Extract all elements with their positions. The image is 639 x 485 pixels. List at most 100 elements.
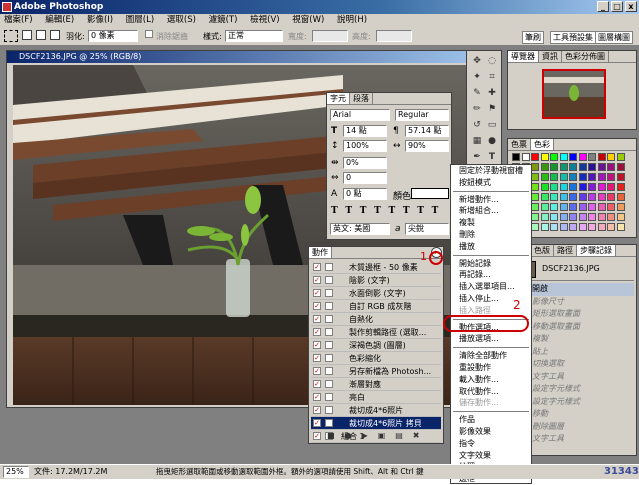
menu-help[interactable]: 說明(H) — [333, 14, 371, 27]
menu-select[interactable]: 選取(S) — [163, 14, 200, 27]
menu-item[interactable]: 重設動作 — [451, 362, 531, 374]
color-swatch[interactable] — [559, 153, 568, 161]
color-swatch[interactable] — [607, 163, 615, 171]
color-swatch[interactable] — [550, 153, 558, 161]
menu-item[interactable]: 插入選單項目... — [451, 281, 531, 293]
color-swatch[interactable] — [531, 193, 539, 201]
leading-input[interactable]: 57.14 點 — [405, 125, 449, 137]
action-check[interactable]: ✓ — [313, 302, 321, 310]
color-swatch[interactable] — [569, 223, 577, 231]
actions-toolbar[interactable]: ■●▶▣▤✖ — [311, 431, 441, 443]
action-check[interactable]: ✓ — [313, 367, 321, 375]
font-family-select[interactable]: Arial — [330, 109, 390, 121]
color-swatch[interactable] — [607, 223, 615, 231]
tracking-input[interactable]: 0 — [343, 172, 387, 184]
color-swatch[interactable] — [569, 173, 577, 181]
color-swatch[interactable] — [607, 173, 615, 181]
action-dialog-toggle[interactable] — [325, 289, 333, 297]
menu-image[interactable]: 影像(I) — [83, 14, 117, 27]
action-check[interactable]: ✓ — [313, 393, 321, 401]
menu-item[interactable]: 複製 — [451, 217, 531, 229]
history-brush-icon[interactable]: ↺ — [470, 119, 484, 132]
action-dialog-toggle[interactable] — [325, 354, 333, 362]
close-button[interactable]: x — [625, 1, 637, 12]
menu-item[interactable]: 取代動作... — [451, 386, 531, 398]
color-swatch[interactable] — [597, 173, 606, 181]
action-dialog-toggle[interactable] — [325, 380, 333, 388]
tab-color[interactable]: 色彩 — [531, 139, 554, 150]
well-tab-tool-presets[interactable]: 工具預設集 — [550, 31, 596, 44]
menu-file[interactable]: 檔案(F) — [0, 14, 37, 27]
color-swatch[interactable] — [588, 173, 596, 181]
action-check[interactable]: ✓ — [313, 354, 321, 362]
action-dialog-toggle[interactable] — [325, 276, 333, 284]
color-swatch[interactable] — [607, 213, 615, 221]
vertical-scale-input[interactable]: 100% — [343, 140, 387, 152]
color-swatch[interactable] — [578, 183, 587, 191]
color-swatch[interactable] — [569, 203, 577, 211]
menu-item[interactable]: 按鈕模式 — [451, 177, 531, 189]
text-color-swatch[interactable] — [411, 188, 449, 199]
color-swatch[interactable] — [550, 203, 558, 211]
tab-actions[interactable]: 動作 — [309, 247, 332, 258]
menu-item[interactable]: 指令 — [451, 438, 531, 450]
color-swatch[interactable] — [588, 163, 596, 171]
action-check[interactable]: ✓ — [313, 406, 321, 414]
tab-character[interactable]: 字元 — [327, 93, 350, 104]
color-swatch[interactable] — [578, 173, 587, 181]
style-select[interactable]: 正常 — [225, 30, 283, 42]
color-swatch[interactable] — [616, 183, 625, 191]
menu-item[interactable]: 新增組合... — [451, 205, 531, 217]
tab-history[interactable]: 步驟記錄 — [577, 245, 616, 256]
menu-item[interactable]: 影像效果 — [451, 426, 531, 438]
color-swatch[interactable] — [540, 213, 549, 221]
well-tab-brushes[interactable]: 筆刷 — [522, 31, 544, 44]
action-row[interactable]: ✓ 裁切成4*6照片 — [311, 404, 441, 417]
tab-swatches[interactable]: 色票 — [508, 139, 531, 150]
horizontal-scale-input[interactable]: 90% — [405, 140, 449, 152]
type-tool-icon[interactable]: T — [485, 151, 499, 164]
width-input[interactable] — [312, 30, 348, 42]
antialias-select[interactable]: 尖銳 — [405, 223, 449, 235]
color-swatch[interactable] — [550, 193, 558, 201]
menu-item[interactable]: 儲存動作... — [451, 397, 531, 409]
color-swatch[interactable] — [597, 213, 606, 221]
color-swatch[interactable] — [597, 153, 606, 161]
color-swatch[interactable] — [559, 183, 568, 191]
color-swatch[interactable] — [550, 183, 558, 191]
tab-info[interactable]: 資訊 — [539, 51, 562, 62]
color-swatch[interactable] — [616, 203, 625, 211]
action-dialog-toggle[interactable] — [325, 393, 333, 401]
color-swatch[interactable] — [512, 153, 520, 161]
menu-item[interactable]: 載入動作... — [451, 374, 531, 386]
action-check[interactable]: ✓ — [313, 276, 321, 284]
color-swatch[interactable] — [531, 183, 539, 191]
action-row[interactable]: ✓ 漸層對應 — [311, 378, 441, 391]
menu-item[interactable]: 固定於浮動視窗槽 — [451, 165, 531, 177]
menu-layer[interactable]: 圖層(L) — [122, 14, 158, 27]
crop-tool-icon[interactable]: ⌗ — [485, 71, 499, 84]
color-swatch[interactable] — [531, 203, 539, 211]
color-swatch[interactable] — [578, 193, 587, 201]
tab-channels[interactable]: 色版 — [531, 245, 554, 256]
color-swatch[interactable] — [578, 163, 587, 171]
color-swatch[interactable] — [578, 223, 587, 231]
action-dialog-toggle[interactable] — [325, 419, 333, 427]
color-swatch[interactable] — [559, 193, 568, 201]
antialias-checkbox[interactable] — [145, 30, 153, 38]
maximize-button[interactable]: □ — [611, 1, 623, 12]
color-swatch[interactable] — [616, 193, 625, 201]
menu-item[interactable]: 播放 — [451, 241, 531, 253]
color-swatch[interactable] — [559, 163, 568, 171]
menu-item[interactable]: 播放選項... — [451, 333, 531, 345]
action-dialog-toggle[interactable] — [325, 315, 333, 323]
heal-tool-icon[interactable]: ✚ — [485, 87, 499, 100]
menu-item[interactable]: 文字效果 — [451, 450, 531, 462]
color-swatch[interactable] — [531, 173, 539, 181]
color-swatch[interactable] — [607, 183, 615, 191]
menu-item[interactable]: 刪除 — [451, 229, 531, 241]
zoom-level[interactable]: 25% — [3, 466, 29, 478]
menu-item[interactable]: 新增動作... — [451, 194, 531, 206]
minimize-button[interactable]: _ — [597, 1, 609, 12]
action-check[interactable]: ✓ — [313, 263, 321, 271]
